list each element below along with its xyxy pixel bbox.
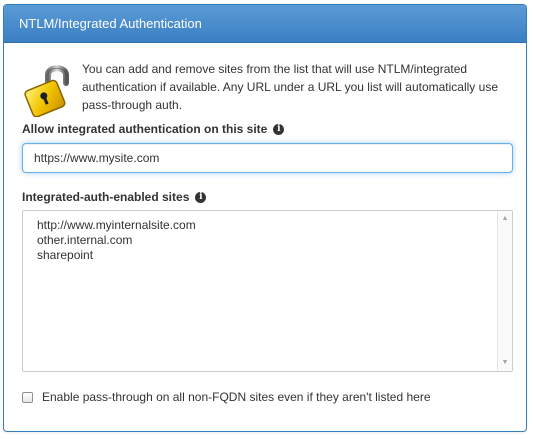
scroll-up-arrow-icon[interactable]: ▲ — [498, 212, 512, 226]
intro-text: You can add and remove sites from the li… — [82, 62, 498, 112]
list-item: other.internal.com — [37, 233, 133, 247]
list-item: sharepoint — [37, 248, 94, 262]
ntlm-settings-panel: NTLM/Integrated Authentication You can a… — [3, 4, 527, 432]
padlock-icon — [24, 65, 69, 117]
non-fqdn-checkbox-label[interactable]: Enable pass-through on all non-FQDN site… — [42, 390, 431, 404]
info-icon[interactable]: i — [273, 123, 285, 135]
non-fqdn-checkbox[interactable] — [22, 391, 33, 403]
site-field-label-text: Allow integrated authentication on this … — [22, 122, 268, 136]
non-fqdn-option[interactable]: Enable pass-through on all non-FQDN site… — [22, 390, 431, 404]
scrollbar[interactable]: ▲ ▼ — [497, 211, 512, 371]
sites-list-label-text: Integrated-auth-enabled sites — [22, 190, 190, 204]
site-url-input[interactable] — [22, 143, 513, 173]
site-field-label: Allow integrated authentication on this … — [22, 122, 285, 136]
sites-textarea[interactable]: http://www.myinternalsite.com other.inte… — [22, 210, 513, 372]
panel-title: NTLM/Integrated Authentication — [4, 5, 526, 43]
scroll-down-arrow-icon[interactable]: ▼ — [498, 356, 512, 370]
list-item: http://www.myinternalsite.com — [37, 218, 196, 232]
sites-list-label: Integrated-auth-enabled sites i — [22, 190, 207, 204]
sites-list: http://www.myinternalsite.com other.inte… — [37, 218, 196, 263]
info-icon[interactable]: i — [195, 191, 207, 203]
